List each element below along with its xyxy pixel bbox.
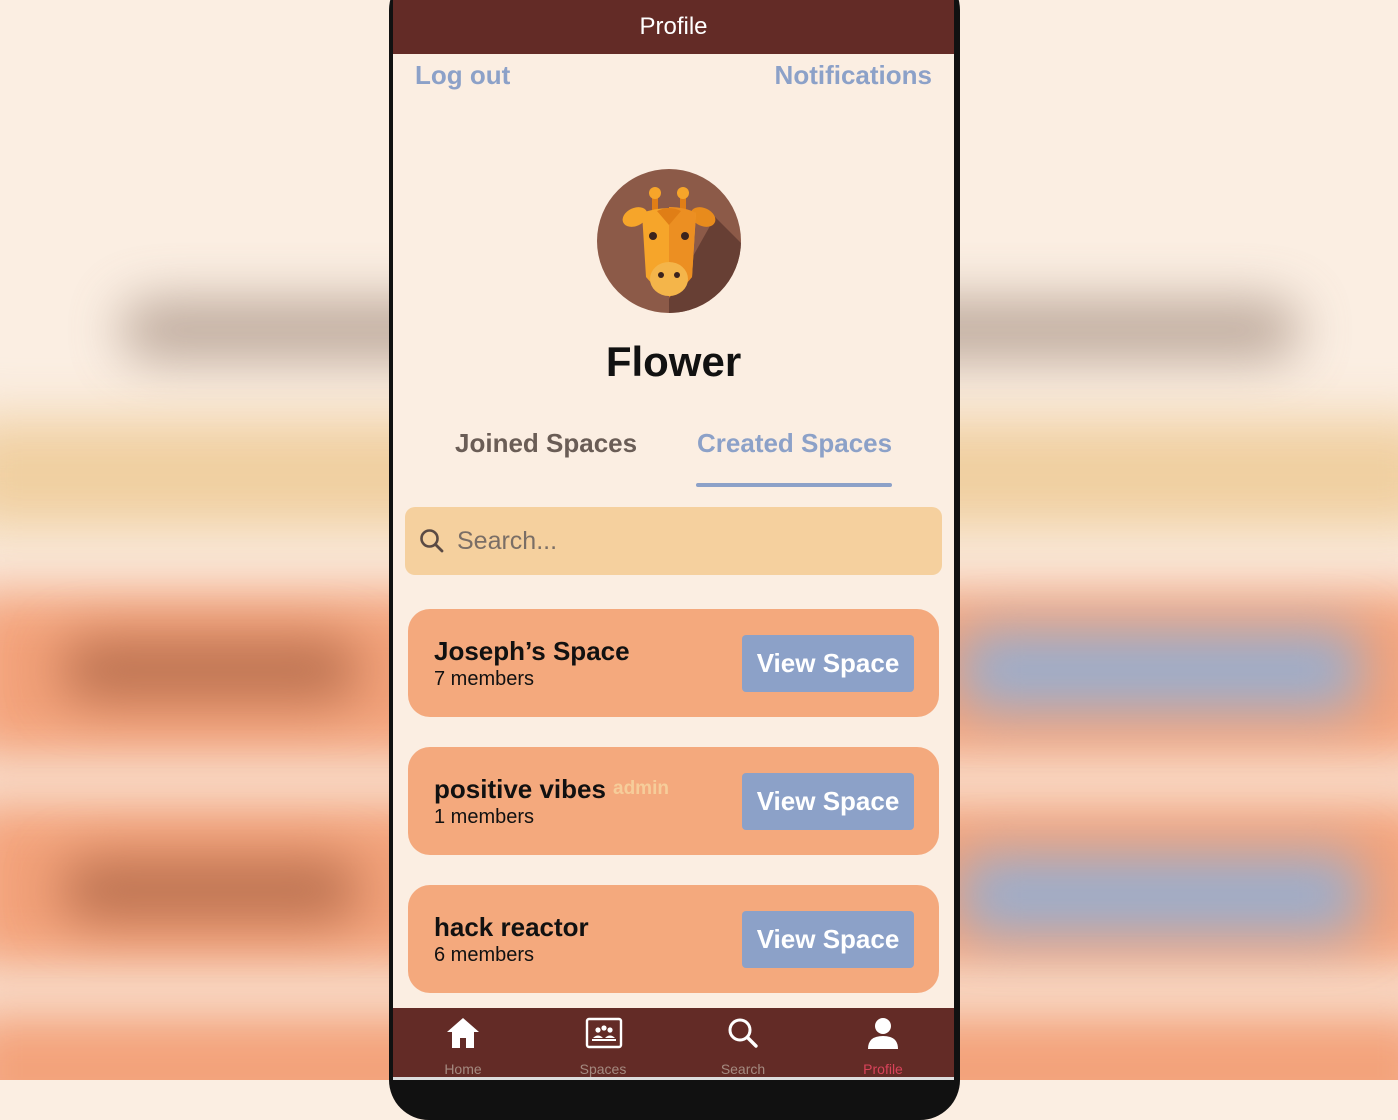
space-card: Joseph’s Space 7 members View Space — [408, 609, 939, 717]
tab-joined-spaces[interactable]: Joined Spaces — [455, 428, 637, 459]
nav-label: Profile — [863, 1061, 903, 1077]
page-title: Profile — [639, 13, 708, 40]
nav-profile[interactable]: Profile — [813, 1008, 953, 1080]
bottom-nav: Home Spaces Search Profile — [393, 1008, 954, 1080]
profile-name: Flower — [605, 338, 742, 385]
space-name: Joseph’s Space — [434, 636, 630, 666]
search-icon — [420, 529, 444, 553]
profile-screen: Profile Log out Notifications Flower Joi… — [393, 0, 954, 1080]
search-icon — [728, 1018, 758, 1048]
notifications-link[interactable]: Notifications — [775, 60, 932, 91]
space-card: hack reactor 6 members View Space — [408, 885, 939, 993]
space-member-count: 7 members — [434, 668, 535, 690]
home-icon — [447, 1018, 479, 1048]
view-space-button[interactable]: View Space — [742, 773, 914, 830]
nav-spaces[interactable]: Spaces — [533, 1008, 673, 1080]
avatar — [597, 169, 741, 313]
spaces-icon — [585, 1017, 623, 1049]
nav-label: Home — [444, 1061, 482, 1077]
space-member-count: 1 members — [434, 806, 535, 828]
search-input[interactable] — [457, 519, 917, 563]
nav-search[interactable]: Search — [673, 1008, 813, 1080]
space-member-count: 6 members — [434, 944, 535, 966]
view-space-button[interactable]: View Space — [742, 911, 914, 968]
space-name: hack reactor — [434, 912, 589, 942]
search-bar — [405, 507, 942, 575]
nav-label: Spaces — [579, 1061, 627, 1077]
view-space-button[interactable]: View Space — [742, 635, 914, 692]
person-icon — [868, 1018, 898, 1049]
tab-created-spaces[interactable]: Created Spaces — [697, 428, 892, 459]
space-name: positive vibes — [434, 774, 606, 804]
logout-link[interactable]: Log out — [415, 60, 510, 91]
admin-badge: admin — [613, 778, 669, 799]
active-tab-indicator — [696, 483, 892, 487]
nav-home[interactable]: Home — [393, 1008, 533, 1080]
giraffe-icon — [597, 169, 741, 313]
header-bar: Profile — [393, 0, 954, 54]
nav-label: Search — [720, 1061, 766, 1077]
space-card: positive vibes admin 1 members View Spac… — [408, 747, 939, 855]
